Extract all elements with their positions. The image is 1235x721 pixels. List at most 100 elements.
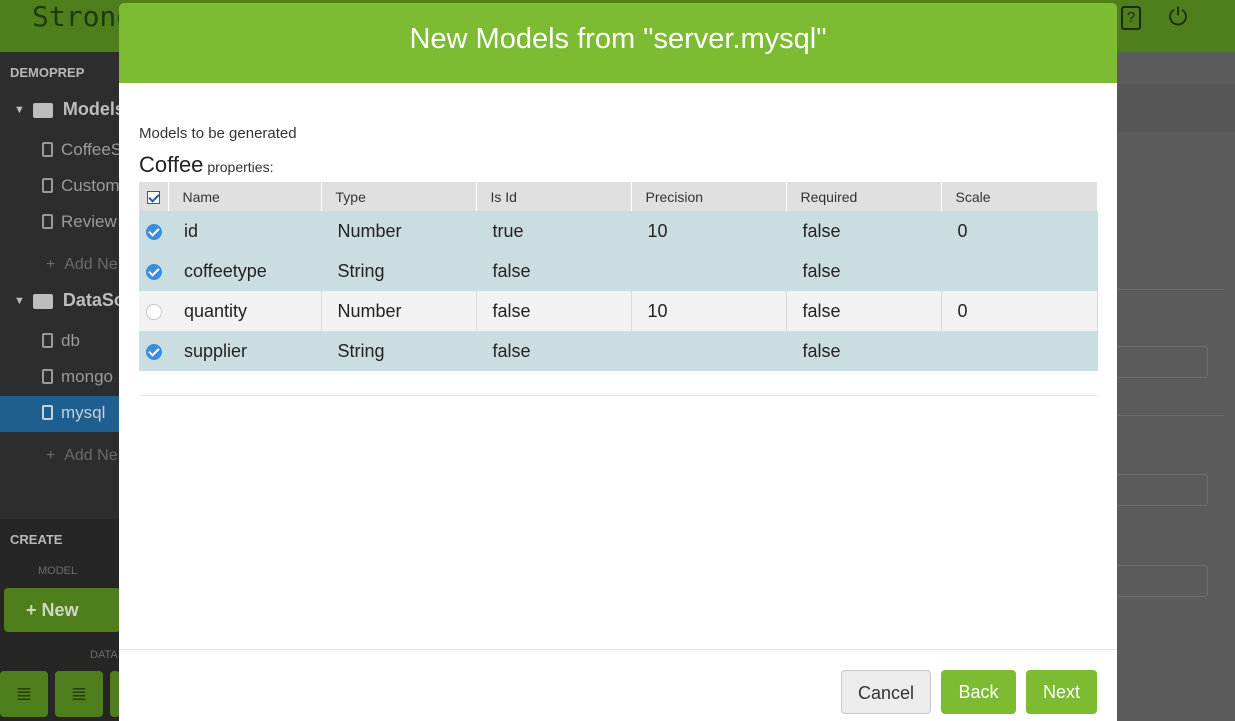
new-model-button[interactable]: + New xyxy=(4,588,120,632)
back-button[interactable]: Back xyxy=(941,670,1016,714)
document-icon xyxy=(42,178,53,193)
new-models-dialog: New Models from "server.mysql" Models to… xyxy=(119,3,1117,721)
cell-type: String xyxy=(321,251,477,291)
table-row[interactable]: coffeetype String false false xyxy=(139,251,1098,291)
new-button-label: New xyxy=(41,600,79,620)
select-all-checkbox[interactable] xyxy=(139,182,169,211)
document-icon xyxy=(42,142,53,157)
caret-down-icon: ▼ xyxy=(14,104,25,117)
help-icon[interactable]: ? xyxy=(1121,6,1141,30)
add-model-link[interactable]: + Add Ne xyxy=(46,256,118,274)
sidebar-item-label: CoffeeS xyxy=(61,140,123,159)
empty-circle-icon xyxy=(145,303,162,320)
sidebar-item-mysql[interactable]: mysql xyxy=(42,403,105,423)
sidebar-group-models[interactable]: ▼ Models xyxy=(14,99,125,120)
checkbox-checked-icon xyxy=(146,191,160,205)
table-header-row: Name Type Is Id Precision Required Scale xyxy=(139,182,1098,211)
sidebar-item-review[interactable]: Review xyxy=(42,212,117,232)
folder-icon xyxy=(32,293,53,309)
body-divider xyxy=(139,395,1097,396)
column-header-precision: Precision xyxy=(631,182,787,211)
cell-required: false xyxy=(786,251,942,291)
sidebar-item-customer[interactable]: Custom xyxy=(42,176,120,196)
dialog-header: New Models from "server.mysql" xyxy=(119,3,1117,83)
cell-type: Number xyxy=(321,291,477,331)
content-input[interactable] xyxy=(1116,565,1208,597)
column-header-name: Name xyxy=(168,182,322,211)
content-divider xyxy=(1116,289,1224,290)
check-circle-icon xyxy=(145,223,162,240)
document-icon xyxy=(42,214,53,229)
sidebar-group-label: DataSo xyxy=(62,290,125,310)
column-header-required: Required xyxy=(786,182,942,211)
cell-name: supplier xyxy=(168,331,322,371)
check-circle-icon xyxy=(145,263,162,280)
cell-required: false xyxy=(786,331,942,371)
database-icon[interactable]: ≣ xyxy=(0,671,48,717)
footer-divider xyxy=(119,649,1117,650)
content-divider xyxy=(1116,415,1224,416)
model-heading: Coffee properties: xyxy=(139,152,1097,178)
sidebar-item-label: mysql xyxy=(61,403,106,422)
add-label: Add Ne xyxy=(64,256,118,273)
sidebar-item-label: Review xyxy=(61,212,117,231)
cell-is-id: false xyxy=(476,291,632,331)
table-row[interactable]: quantity Number false 10 false 0 xyxy=(139,291,1098,331)
create-heading: CREATE xyxy=(10,532,63,547)
cell-type: String xyxy=(321,331,477,371)
row-select-toggle[interactable] xyxy=(139,211,168,251)
cell-name: quantity xyxy=(168,291,322,331)
cell-scale: 0 xyxy=(941,291,1098,331)
cell-scale xyxy=(941,251,1098,291)
content-toolbar xyxy=(1116,84,1235,132)
content-background xyxy=(1116,52,1235,721)
row-select-toggle[interactable] xyxy=(139,331,168,371)
cell-required: false xyxy=(786,291,942,331)
table-row[interactable]: id Number true 10 false 0 xyxy=(139,211,1098,251)
document-icon xyxy=(42,405,53,420)
sidebar-group-label: Models xyxy=(62,99,125,119)
sidebar-item-label: db xyxy=(61,331,80,350)
model-label: MODEL xyxy=(38,565,78,577)
cell-precision: 10 xyxy=(631,211,787,251)
power-icon[interactable]: ⏻ xyxy=(1166,6,1190,30)
table-row[interactable]: supplier String false false xyxy=(139,331,1098,371)
cell-precision xyxy=(631,251,787,291)
cell-name: coffeetype xyxy=(168,251,322,291)
next-button[interactable]: Next xyxy=(1026,670,1097,714)
dialog-subtitle: Models to be generated xyxy=(139,125,297,142)
database-icon[interactable]: ≣ xyxy=(55,671,103,717)
project-name: DEMOPREP xyxy=(10,65,85,80)
row-select-toggle[interactable] xyxy=(139,251,168,291)
cell-is-id: true xyxy=(476,211,632,251)
app-logo: Strong xyxy=(32,0,134,33)
dialog-title: New Models from "server.mysql" xyxy=(409,23,827,55)
cell-scale xyxy=(941,331,1098,371)
model-name: Coffee xyxy=(139,152,204,177)
cell-required: false xyxy=(786,211,942,251)
document-icon xyxy=(42,333,53,348)
sidebar-item-coffee[interactable]: CoffeeS xyxy=(42,140,122,160)
column-header-is-id: Is Id xyxy=(476,182,632,211)
cell-scale: 0 xyxy=(941,211,1098,251)
sidebar-item-db[interactable]: db xyxy=(42,331,80,351)
sidebar-group-datasources[interactable]: ▼ DataSo xyxy=(14,290,125,311)
properties-label: properties: xyxy=(207,159,274,175)
column-header-scale: Scale xyxy=(941,182,1098,211)
document-icon xyxy=(42,369,53,384)
cell-type: Number xyxy=(321,211,477,251)
sidebar-item-label: mongo xyxy=(61,367,113,386)
cell-name: id xyxy=(168,211,322,251)
cell-is-id: false xyxy=(476,251,632,291)
content-select[interactable] xyxy=(1116,346,1208,378)
sidebar-item-label: Custom xyxy=(61,176,120,195)
sidebar-item-mongo[interactable]: mongo xyxy=(42,367,113,387)
column-header-type: Type xyxy=(321,182,477,211)
plus-icon: + xyxy=(26,600,37,620)
content-input[interactable] xyxy=(1116,474,1208,506)
row-select-toggle[interactable] xyxy=(139,291,168,331)
cancel-button[interactable]: Cancel xyxy=(841,670,931,714)
add-datasource-link[interactable]: + Add Ne xyxy=(46,447,118,465)
data-label: DATA xyxy=(90,649,118,661)
cell-precision xyxy=(631,331,787,371)
